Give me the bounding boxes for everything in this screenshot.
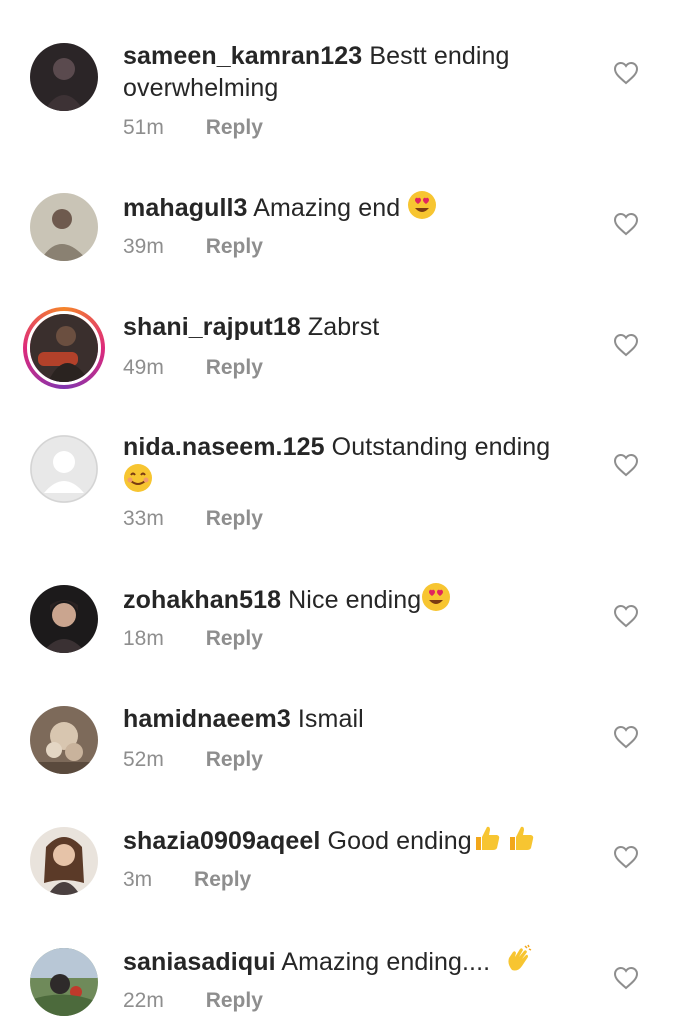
heart-outline-icon[interactable] [613, 966, 639, 990]
comment-text: nida.naseem.125 Outstanding ending [123, 431, 583, 497]
comment-body: Bestt ending [369, 42, 510, 70]
heart-outline-icon[interactable] [613, 61, 639, 85]
comment-username[interactable]: hamidnaeem3 [123, 705, 291, 733]
comment-timestamp: 33m [123, 507, 164, 530]
comment-timestamp: 3m [123, 868, 153, 891]
reply-button[interactable]: Reply [206, 116, 263, 139]
avatar[interactable] [30, 435, 98, 503]
reply-button[interactable]: Reply [194, 868, 251, 891]
comment-meta: 33m Reply [123, 506, 263, 532]
comment-text: saniasadiqui Amazing ending.... [123, 944, 583, 978]
comment-username[interactable]: shani_rajput18 [123, 313, 301, 341]
reply-button[interactable]: Reply [206, 356, 263, 379]
avatar[interactable] [30, 585, 98, 653]
avatar[interactable] [30, 948, 98, 1016]
comment-text: mahagull3 Amazing end [123, 190, 583, 224]
comment-timestamp: 39m [123, 235, 164, 258]
comment-meta: 51m Reply [123, 115, 263, 141]
comment-timestamp: 22m [123, 989, 164, 1012]
heart-eyes-emoji-icon [422, 583, 451, 611]
comment-text: hamidnaeem3 Ismail [123, 703, 583, 735]
comment-meta: 49m Reply [123, 355, 263, 381]
avatar-story-ring[interactable] [23, 307, 105, 389]
comment-body: Good ending [327, 827, 472, 855]
comment-body: Amazing ending.... [281, 948, 491, 976]
comment-timestamp: 49m [123, 356, 164, 379]
comment-body-line2: overwhelming [123, 74, 279, 102]
comment-username[interactable]: sameen_kamran123 [123, 42, 362, 70]
comment-meta: 22m Reply [123, 988, 263, 1014]
thumbs-up-emoji-icon [475, 826, 500, 850]
comment-meta: 18m Reply [123, 626, 263, 652]
comment-text: zohakhan518 Nice ending [123, 582, 583, 616]
smiling-face-emoji-icon [124, 464, 152, 492]
avatar [27, 311, 101, 385]
comment-text: sameen_kamran123 Bestt ending overwhelmi… [123, 40, 583, 104]
comment-body: Outstanding ending [331, 433, 551, 461]
heart-outline-icon[interactable] [613, 333, 639, 357]
comment-timestamp: 51m [123, 116, 164, 139]
comment-text: shazia0909aqeel Good ending [123, 823, 583, 857]
heart-outline-icon[interactable] [613, 604, 639, 628]
comment-meta: 3m Reply [123, 867, 251, 893]
avatar[interactable] [30, 706, 98, 774]
reply-button[interactable]: Reply [206, 989, 263, 1012]
comment-body: Zabrst [307, 313, 380, 341]
comment-meta: 39m Reply [123, 234, 263, 260]
heart-outline-icon[interactable] [613, 845, 639, 869]
comment-username[interactable]: saniasadiqui [123, 948, 276, 976]
thumbs-up-emoji-icon [509, 826, 534, 850]
reply-button[interactable]: Reply [206, 627, 263, 650]
reply-button[interactable]: Reply [206, 235, 263, 258]
heart-eyes-emoji-icon [408, 191, 437, 219]
avatar[interactable] [30, 193, 98, 261]
comment-body: Ismail [297, 705, 364, 733]
comment-text: shani_rajput18 Zabrst [123, 311, 583, 343]
reply-button[interactable]: Reply [206, 507, 263, 530]
comment-username[interactable]: zohakhan518 [123, 586, 281, 614]
comment-body: Amazing end [253, 194, 401, 222]
avatar[interactable] [30, 43, 98, 111]
comment-meta: 52m Reply [123, 747, 263, 773]
reply-button[interactable]: Reply [206, 748, 263, 771]
avatar[interactable] [30, 827, 98, 895]
waving-hand-emoji-icon [508, 944, 532, 971]
comment-timestamp: 52m [123, 748, 164, 771]
comment-username[interactable]: shazia0909aqeel [123, 827, 320, 855]
comment-username[interactable]: nida.naseem.125 [123, 433, 325, 461]
comment-timestamp: 18m [123, 627, 164, 650]
comment-username[interactable]: mahagull3 [123, 194, 248, 222]
heart-outline-icon[interactable] [613, 212, 639, 236]
heart-outline-icon[interactable] [613, 453, 639, 477]
comment-body: Nice ending [288, 586, 422, 614]
heart-outline-icon[interactable] [613, 725, 639, 749]
